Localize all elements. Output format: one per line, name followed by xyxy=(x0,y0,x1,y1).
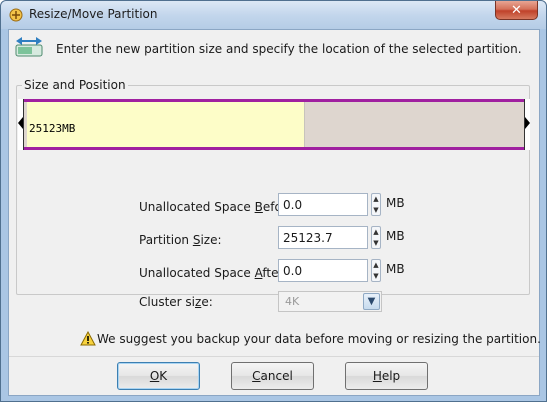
unit-label: MB xyxy=(386,229,405,243)
dialog-body: Enter the new partition size and specify… xyxy=(8,29,541,396)
left-resize-handle[interactable] xyxy=(18,99,24,150)
unallocated-after-label: Unallocated Space After: xyxy=(139,266,288,280)
resize-move-window: Resize/Move Partition ✕ Enter the new pa… xyxy=(0,0,547,402)
unallocated-before-label: Unallocated Space Before: xyxy=(139,200,298,214)
close-button[interactable]: ✕ xyxy=(495,1,538,20)
unit-label: MB xyxy=(386,196,405,210)
unallocated-after-spinner[interactable]: ▲ ▼ xyxy=(371,259,381,282)
unallocated-before-input[interactable]: 0.0 xyxy=(278,193,368,216)
instruction-text: Enter the new partition size and specify… xyxy=(56,42,522,56)
resize-partition-icon xyxy=(15,37,43,57)
cluster-size-value: 4K xyxy=(285,295,300,308)
row-unallocated-before: Unallocated Space Before: 0.0 ▲▼ MB xyxy=(17,193,531,219)
row-cluster-size: Cluster size: 4K ▼ xyxy=(17,291,531,317)
chevron-down-icon: ▼ xyxy=(363,293,380,310)
spin-up-icon[interactable]: ▲ xyxy=(373,227,379,237)
spin-up-icon[interactable]: ▲ xyxy=(373,194,379,204)
warning-text: We suggest you backup your data before m… xyxy=(97,331,541,346)
partition-bar[interactable]: 25123MB xyxy=(18,99,530,150)
unit-label: MB xyxy=(386,262,405,276)
close-icon: ✕ xyxy=(511,2,522,18)
partition-size-label: 25123MB xyxy=(29,122,76,135)
group-label: Size and Position xyxy=(22,78,128,92)
spin-up-icon[interactable]: ▲ xyxy=(373,260,379,270)
ok-button[interactable]: OK xyxy=(117,362,200,390)
backup-warning: We suggest you backup your data before m… xyxy=(80,331,541,346)
app-icon xyxy=(9,8,23,22)
button-divider xyxy=(9,356,539,357)
spin-down-icon[interactable]: ▼ xyxy=(373,205,379,215)
row-unallocated-after: Unallocated Space After: 0.0 ▲ ▼ MB xyxy=(17,259,531,285)
partition-size-field-label: Partition Size: xyxy=(139,233,222,247)
window-title: Resize/Move Partition xyxy=(29,7,158,21)
left-handle-arrow-icon xyxy=(18,117,23,129)
spin-down-icon[interactable]: ▼ xyxy=(373,238,379,248)
right-handle-arrow-icon xyxy=(525,117,530,129)
spin-down-icon[interactable]: ▼ xyxy=(373,271,379,281)
cancel-button[interactable]: Cancel xyxy=(231,362,314,390)
partition-size-spinner[interactable]: ▲ ▼ xyxy=(371,226,381,249)
title-bar[interactable]: Resize/Move Partition ✕ xyxy=(1,1,546,29)
right-resize-handle[interactable] xyxy=(524,99,530,150)
partition-size-input[interactable]: 25123.7 xyxy=(278,226,368,249)
cluster-size-label: Cluster size: xyxy=(139,295,213,309)
row-partition-size: Partition Size: 25123.7 ▲ ▼ MB xyxy=(17,226,531,252)
size-position-group: Size and Position 25123MB Unallocated Sp… xyxy=(16,78,531,312)
unallocated-before-spinner[interactable]: ▲ ▼ xyxy=(371,193,381,216)
help-button[interactable]: Help xyxy=(345,362,428,390)
unallocated-after-input[interactable]: 0.0 xyxy=(278,259,368,282)
cluster-size-select: 4K ▼ xyxy=(278,291,382,312)
warning-icon xyxy=(80,331,96,346)
